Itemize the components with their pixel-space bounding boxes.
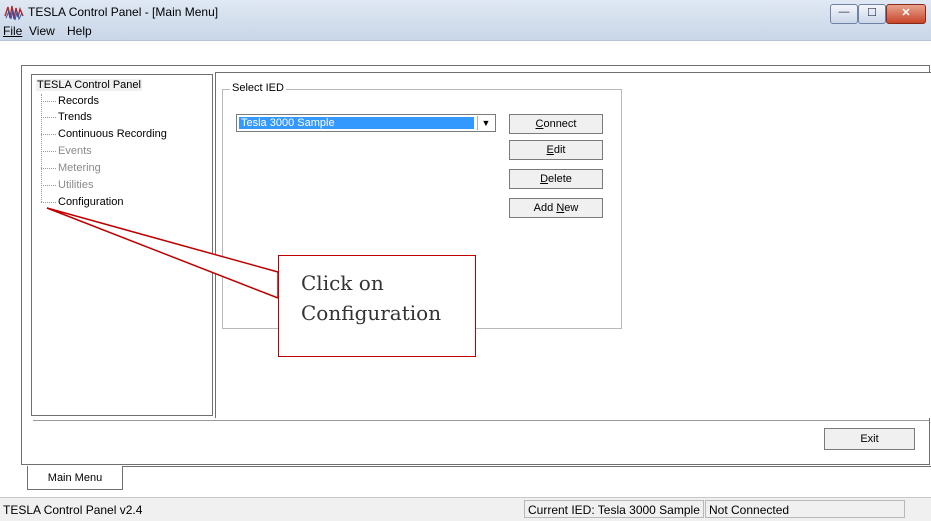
minimize-button[interactable]: — [830, 4, 858, 24]
ied-dropdown[interactable]: Tesla 3000 Sample ▼ [236, 114, 496, 132]
status-connection: Not Connected [705, 500, 905, 518]
tree-item-trends[interactable]: Trends [58, 111, 92, 123]
edit-post: dit [553, 144, 566, 156]
status-bar: TESLA Control Panel v2.4 Current IED: Te… [0, 497, 931, 521]
tree-item-configuration[interactable]: Configuration [58, 196, 123, 208]
tree-connector [41, 185, 56, 186]
tree-connector [41, 117, 56, 118]
ied-dropdown-value: Tesla 3000 Sample [239, 117, 474, 129]
menu-help[interactable]: Help [67, 24, 92, 38]
edit-key: E [546, 144, 554, 156]
chevron-down-icon[interactable]: ▼ [477, 116, 494, 130]
add-new-post: ew [564, 202, 579, 214]
minimize-icon: — [838, 6, 850, 18]
tree-connector [41, 168, 56, 169]
connect-post: onnect [543, 118, 577, 130]
status-current-ied: Current IED: Tesla 3000 Sample [524, 500, 704, 518]
status-version: TESLA Control Panel v2.4 [3, 503, 143, 517]
callout-line2: Configuration [301, 301, 442, 325]
close-icon: ✕ [901, 7, 911, 19]
tree-connector [41, 151, 56, 152]
tree-connector [41, 101, 56, 102]
window-title: TESLA Control Panel - [Main Menu] [28, 5, 219, 19]
tree-root[interactable]: TESLA Control Panel [36, 79, 142, 91]
menu-view[interactable]: View [29, 24, 55, 38]
tree-item-continuous-recording[interactable]: Continuous Recording [58, 128, 167, 140]
maximize-icon: ☐ [867, 7, 877, 19]
add-new-pre: Add [533, 202, 557, 214]
delete-post: elete [548, 173, 572, 185]
navigation-tree[interactable] [31, 74, 213, 416]
tree-connector [41, 134, 56, 135]
maximize-button[interactable]: ☐ [858, 4, 886, 24]
menu-help-label: Help [67, 24, 92, 38]
tree-item-records[interactable]: Records [58, 95, 99, 107]
callout-line1: Click on [301, 271, 384, 295]
menu-file[interactable]: File [3, 24, 22, 38]
edit-button[interactable]: Edit [509, 140, 603, 160]
select-ied-label: Select IED [230, 82, 286, 94]
menu-bar: File View Help [0, 24, 931, 40]
app-icon [4, 5, 24, 21]
tab-main-menu[interactable]: Main Menu [27, 466, 123, 490]
tab-strip-line [123, 466, 931, 467]
callout-box: Click on Configuration [278, 255, 476, 357]
menu-view-label: View [29, 24, 55, 38]
menu-file-label: File [3, 24, 23, 38]
tree-item-metering: Metering [58, 162, 101, 174]
bottom-bar [33, 420, 929, 461]
close-button[interactable]: ✕ [886, 4, 926, 24]
tree-connector [41, 202, 56, 203]
delete-key: D [540, 173, 549, 185]
add-new-button[interactable]: Add New [509, 198, 603, 218]
exit-button[interactable]: Exit [824, 428, 915, 450]
delete-button[interactable]: Delete [509, 169, 603, 189]
connect-button[interactable]: Connect [509, 114, 603, 134]
tree-item-events: Events [58, 145, 92, 157]
tree-item-utilities: Utilities [58, 179, 94, 191]
